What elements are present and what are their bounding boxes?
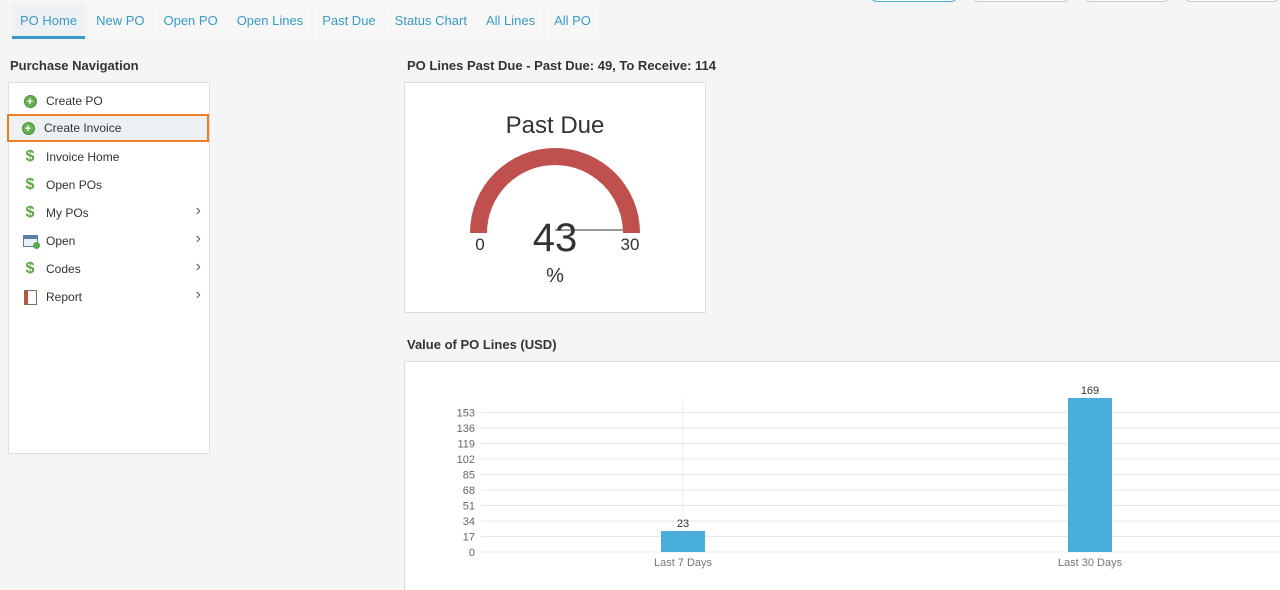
- gauge-value: 43: [533, 216, 578, 260]
- tab-past-due[interactable]: Past Due: [314, 4, 384, 39]
- x-category-label: Last 7 Days: [654, 557, 713, 569]
- sidebar-item-label: Open: [46, 234, 76, 248]
- bar[interactable]: [661, 531, 705, 552]
- bar[interactable]: [1068, 398, 1112, 552]
- sidebar-item-create-invoice[interactable]: + Create Invoice: [7, 114, 209, 142]
- sidebar-item-label: Open POs: [46, 178, 103, 192]
- sidebar-item-open-pos[interactable]: $ Open POs: [9, 171, 209, 199]
- gauge-title: Past Due: [506, 112, 605, 139]
- sidebar-item-invoice-home[interactable]: $ Invoice Home: [9, 143, 209, 171]
- tab-status-chart[interactable]: Status Chart: [386, 4, 475, 39]
- sidebar-item-report[interactable]: Report ›: [9, 283, 209, 311]
- dollar-icon: $: [25, 148, 35, 165]
- bar-chart-card: 0 17 34 51 68 85 102 119 136 153 23 Last 7 Days 169 L…: [404, 361, 1280, 590]
- header-button[interactable]: [870, 0, 958, 2]
- chevron-right-icon: ›: [195, 286, 201, 303]
- dollar-icon: $: [25, 260, 35, 277]
- sidebar-item-label: Invoice Home: [46, 150, 120, 164]
- sidebar-item-label: Create PO: [46, 94, 103, 108]
- open-window-icon: [22, 233, 40, 249]
- y-tick-label: 68: [463, 485, 475, 497]
- header-button[interactable]: [972, 0, 1070, 2]
- tab-all-lines[interactable]: All Lines: [477, 4, 544, 39]
- plus-circle-icon: +: [20, 120, 36, 136]
- dollar-icon: $: [25, 204, 35, 221]
- top-nav: PO Home New PO Open PO Open Lines Past Due St…: [0, 0, 1280, 40]
- sidebar-item-my-pos[interactable]: $ My POs ›: [9, 199, 209, 227]
- sidebar-item-label: My POs: [46, 206, 89, 220]
- bar-value-label: 169: [1081, 385, 1099, 397]
- dollar-icon: $: [25, 176, 35, 193]
- sidebar-item-open[interactable]: Open ›: [9, 227, 209, 255]
- chevron-right-icon: ›: [195, 258, 201, 275]
- y-tick-label: 34: [463, 516, 475, 528]
- gauge-min-label: 0: [475, 235, 484, 254]
- y-tick-label: 17: [463, 532, 475, 544]
- sidebar-item-label: Create Invoice: [44, 121, 122, 135]
- sidebar-item-codes[interactable]: $ Codes ›: [9, 255, 209, 283]
- report-icon: [22, 289, 38, 305]
- y-tick-label: 102: [457, 454, 475, 466]
- y-tick-label: 51: [463, 501, 475, 513]
- header-button[interactable]: [1084, 0, 1170, 2]
- sidebar-item-create-po[interactable]: + Create PO: [9, 87, 209, 115]
- sidebar-title: Purchase Navigation: [10, 58, 139, 73]
- y-tick-label: 85: [463, 470, 475, 482]
- tab-open-po[interactable]: Open PO: [155, 4, 226, 39]
- y-tick-label: 136: [457, 423, 475, 435]
- bar-value-label: 23: [677, 518, 689, 530]
- chevron-right-icon: ›: [195, 202, 201, 219]
- tab-bar: PO Home New PO Open PO Open Lines Past Due St…: [12, 4, 602, 39]
- sidebar-item-label: Codes: [46, 262, 81, 276]
- x-category-label: Last 30 Days: [1058, 557, 1123, 569]
- sidebar-item-label: Report: [46, 290, 83, 304]
- gauge-unit: %: [546, 265, 564, 287]
- tab-all-po[interactable]: All PO: [546, 4, 599, 39]
- y-tick-label: 119: [457, 439, 475, 451]
- gauge-chart: Past Due 43 0 30%: [470, 112, 640, 287]
- tab-po-home[interactable]: PO Home: [12, 4, 86, 39]
- plus-circle-icon: +: [22, 93, 38, 109]
- bar-section-title: Value of PO Lines (USD): [407, 337, 557, 352]
- tab-open-lines[interactable]: Open Lines: [228, 4, 312, 39]
- gauge-card: Past Due 43 0 30%: [404, 82, 706, 313]
- chevron-right-icon: ›: [195, 230, 201, 247]
- bar-chart: 0 17 34 51 68 85 102 119 136 153 23 Last 7 Days 169 L…: [457, 385, 1280, 569]
- sidebar-nav: + Create PO + Create Invoice $ Invoice Home $ O…: [7, 82, 210, 454]
- gauge-max-label: 30: [621, 235, 640, 254]
- y-tick-label: 153: [457, 408, 475, 420]
- gauge-section-title: PO Lines Past Due - Past Due: 49, To Rec…: [407, 58, 716, 73]
- y-tick-label: 0: [469, 547, 475, 559]
- tab-new-po[interactable]: New PO: [88, 4, 153, 39]
- header-button[interactable]: [1184, 0, 1280, 2]
